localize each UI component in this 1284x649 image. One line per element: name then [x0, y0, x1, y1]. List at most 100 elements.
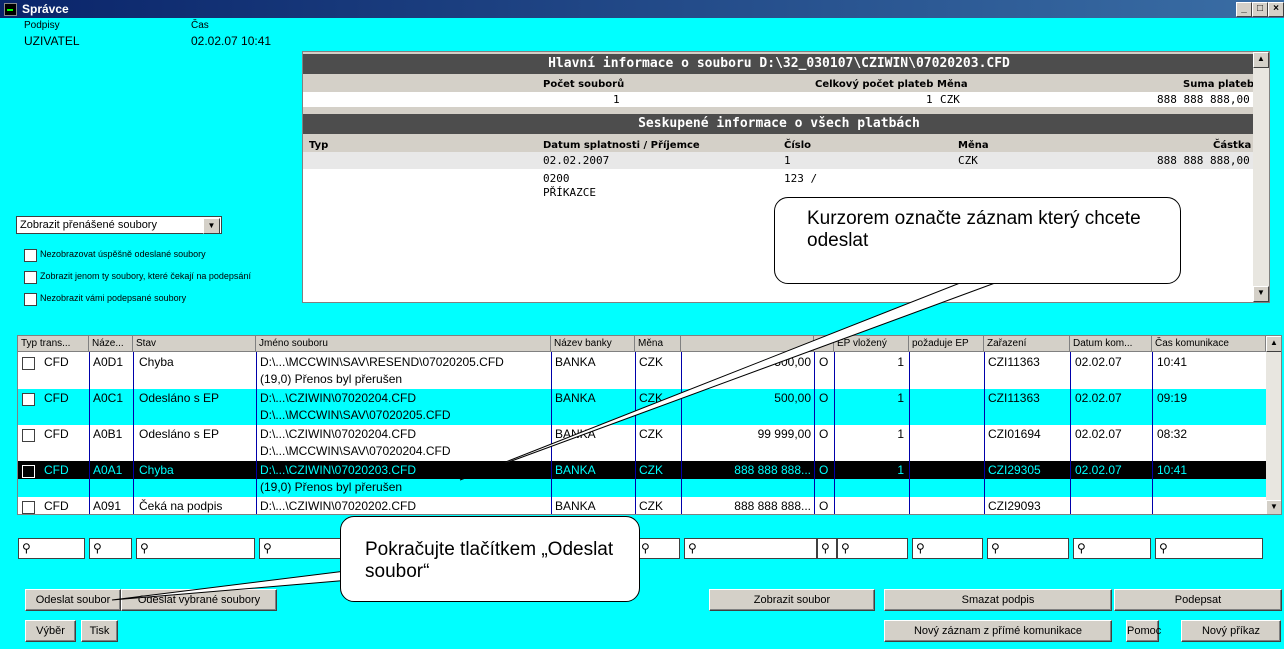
cell-filename-2: D:\...\MCCWIN\SAV\07020204.CFD — [260, 444, 451, 458]
header-classification[interactable]: Zařazení — [984, 336, 1070, 352]
new-record-button[interactable]: Nový záznam z přímé komunikace — [884, 620, 1112, 642]
header-bank[interactable]: Název banky — [551, 336, 635, 352]
grouped-info-header: Seskupené informace o všech platbách — [303, 114, 1255, 134]
filter-input[interactable]: ⚲ — [18, 538, 85, 559]
close-button[interactable]: × — [1268, 2, 1284, 17]
filter-input[interactable]: ⚲ — [1073, 538, 1151, 559]
maximize-button[interactable]: □ — [1252, 2, 1268, 17]
new-order-button[interactable]: Nový příkaz — [1181, 620, 1281, 642]
cell-status: Chyba — [139, 355, 174, 369]
row-checkbox[interactable] — [22, 465, 35, 478]
show-file-button[interactable]: Zobrazit soubor — [709, 589, 875, 611]
recipient-line-1: 0200 — [543, 172, 570, 185]
callout-select-record-text: Kurzorem označte záznam který chcete ode… — [807, 208, 1141, 251]
table-scrollbar[interactable]: ▲ ▼ — [1266, 336, 1281, 514]
cell-filename-2: (19,0) Přenos byl přerušen — [260, 372, 403, 386]
table-row-selected[interactable]: CFD A0A1 Chyba D:\...\CZIWIN\07020203.CF… — [18, 461, 1266, 497]
filter-input[interactable]: ⚲ — [912, 538, 983, 559]
scroll-up-icon[interactable]: ▲ — [1253, 52, 1269, 68]
sign-button[interactable]: Podepsat — [1114, 589, 1282, 611]
filter-input[interactable]: ⚲ — [136, 538, 255, 559]
header-ep-inserted[interactable]: EP vložený — [834, 336, 909, 352]
send-selected-button[interactable]: Odeslat vybrané soubory — [121, 589, 277, 611]
row-checkbox[interactable] — [22, 357, 35, 370]
help-button[interactable]: Pomoc — [1126, 620, 1161, 642]
cell-type: CFD — [44, 463, 69, 477]
magnifier-icon: ⚲ — [991, 541, 1000, 555]
filter-input[interactable]: ⚲ — [1155, 538, 1263, 559]
currency-value: CZK — [940, 93, 960, 106]
header-comm-time[interactable]: Čas komunikace — [1152, 336, 1266, 352]
sum-value: 888 888 888,00 — [1157, 93, 1250, 106]
header-ep-required[interactable]: požaduje EP — [909, 336, 984, 352]
filter-input[interactable]: ⚲ — [684, 538, 817, 559]
header-name[interactable]: Náze... — [89, 336, 133, 352]
checkbox-waiting-signature[interactable] — [24, 271, 37, 284]
filter-input[interactable]: ⚲ — [637, 538, 680, 559]
files-table[interactable]: Typ trans... Náze... Stav Jméno souboru … — [17, 335, 1282, 515]
total-payments-value: 1 — [926, 93, 933, 106]
filter-input[interactable]: ⚲ — [259, 538, 341, 559]
cell-filename: D:\...\CZIWIN\07020204.CFD — [260, 391, 417, 405]
magnifier-icon: ⚲ — [841, 541, 850, 555]
signatures-label: Podpisy — [24, 20, 60, 31]
print-button[interactable]: Tisk — [81, 620, 118, 642]
magnifier-icon: ⚲ — [641, 541, 650, 555]
col-file-count: Počet souborů — [543, 79, 625, 90]
cell-a: O — [819, 499, 829, 513]
magnifier-icon: ⚲ — [93, 541, 102, 555]
send-file-button[interactable]: Odeslat soubor — [25, 589, 121, 611]
header-currency[interactable]: Měna — [635, 336, 681, 352]
header-a[interactable]: A. — [814, 336, 834, 352]
row-checkbox[interactable] — [22, 501, 35, 514]
cell-bank: BANKA — [555, 463, 596, 477]
scroll-down-icon[interactable]: ▼ — [1266, 500, 1281, 514]
table-row[interactable]: CFD A0C1 Odesláno s EP D:\...\CZIWIN\070… — [18, 389, 1266, 425]
filter-input[interactable]: ⚲ — [817, 538, 837, 559]
scroll-down-icon[interactable]: ▼ — [1253, 286, 1269, 302]
filter-input[interactable]: ⚲ — [837, 538, 908, 559]
cell-time: 09:19 — [1157, 391, 1188, 405]
view-select[interactable]: Zobrazit přenášené soubory ▼ — [16, 216, 222, 234]
header-type[interactable]: Typ trans... — [18, 336, 89, 352]
checkbox-hide-sent[interactable] — [24, 249, 37, 262]
col-total-payments: Celkový počet plateb — [815, 79, 934, 90]
checkbox-hide-signed-label[interactable]: Nezobrazit vámi podepsané soubory — [40, 293, 186, 303]
cell-time: 10:41 — [1157, 463, 1188, 477]
minimize-button[interactable]: _ — [1236, 2, 1252, 17]
header-status[interactable]: Stav — [133, 336, 256, 352]
cell-amount: 500,00 — [774, 391, 811, 405]
magnifier-icon: ⚲ — [263, 541, 272, 555]
cell-class: CZI11363 — [988, 391, 1040, 405]
info-scrollbar[interactable]: ▲ ▼ — [1253, 52, 1269, 302]
table-row[interactable]: CFD A0D1 Chyba D:\...\MCCWIN\SAV\RESEND\… — [18, 353, 1266, 389]
row-checkbox[interactable] — [22, 393, 35, 406]
chevron-down-icon[interactable]: ▼ — [203, 218, 220, 234]
callout-continue: Pokračujte tlačítkem „Odeslat soubor“ — [340, 516, 640, 602]
cell-date: 02.02.07 — [1075, 427, 1122, 441]
header-amount[interactable] — [681, 336, 814, 352]
row-checkbox[interactable] — [22, 429, 35, 442]
cell-currency: CZK — [639, 355, 663, 369]
delete-signature-button[interactable]: Smazat podpis — [884, 589, 1112, 611]
cell-name: A091 — [93, 499, 122, 513]
table-row[interactable]: CFD A0B1 Odesláno s EP D:\...\CZIWIN\070… — [18, 425, 1266, 461]
checkbox-hide-sent-label[interactable]: Nezobrazovat úspěšně odeslané soubory — [40, 249, 206, 259]
select-button[interactable]: Výběr — [25, 620, 76, 642]
cell-status: Čeká na podpis — [139, 499, 223, 513]
cell-type: CFD — [44, 355, 69, 369]
header-filename[interactable]: Jméno souboru — [256, 336, 551, 352]
filter-input[interactable]: ⚲ — [89, 538, 132, 559]
cell-time: 08:32 — [1157, 427, 1188, 441]
account-value: 123 / — [784, 172, 818, 185]
checkbox-hide-signed[interactable] — [24, 293, 37, 306]
col-sum: Suma plateb — [1183, 79, 1255, 90]
magnifier-icon: ⚲ — [22, 541, 31, 555]
signatures-value: UZIVATEL — [24, 34, 80, 48]
header-comm-date[interactable]: Datum kom... — [1070, 336, 1152, 352]
checkbox-waiting-signature-label[interactable]: Zobrazit jenom ty soubory, které čekají … — [40, 271, 251, 281]
scroll-up-icon[interactable]: ▲ — [1266, 336, 1281, 352]
table-row[interactable]: CFD A091 Čeká na podpis D:\...\CZIWIN\07… — [18, 497, 1266, 514]
filter-input[interactable]: ⚲ — [987, 538, 1069, 559]
cell-currency: CZK — [639, 499, 663, 513]
